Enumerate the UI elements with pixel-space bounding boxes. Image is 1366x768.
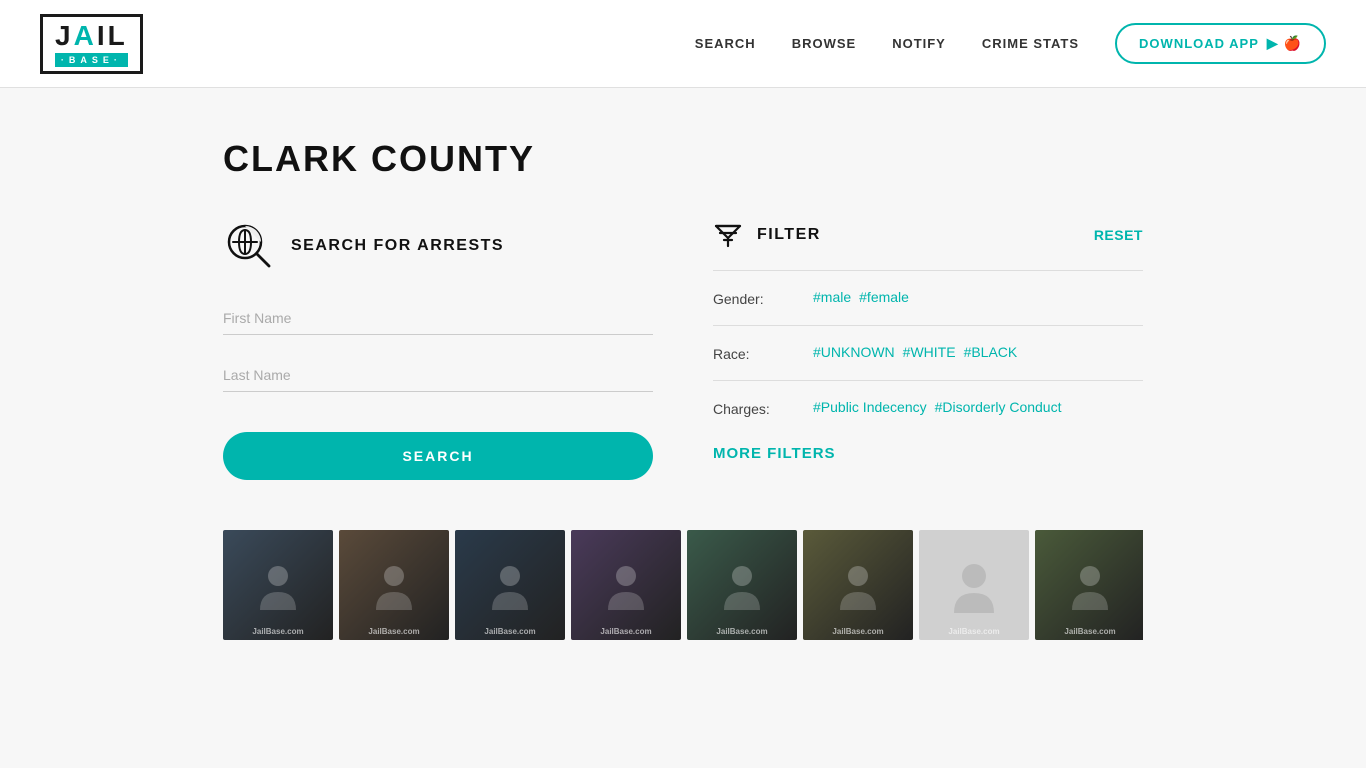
county-title: CLARK COUNTY	[223, 138, 1143, 180]
mug-thumb-4[interactable]: JailBase.com	[571, 530, 681, 640]
mug-thumb-5[interactable]: JailBase.com	[687, 530, 797, 640]
download-app-label: DOWNLOAD APP	[1139, 36, 1259, 51]
mug-thumb-7[interactable]: JailBase.com	[919, 530, 1029, 640]
mugshots-strip: JailBase.com JailBase.com JailBase.com J…	[223, 530, 1143, 640]
first-name-input[interactable]	[223, 302, 653, 335]
tag-female[interactable]: #female	[859, 289, 909, 305]
filter-section-label: FILTER	[757, 226, 821, 244]
filter-row-race: Race: #UNKNOWN #WHITE #BLACK	[713, 325, 1143, 380]
gender-tags: #male #female	[813, 289, 909, 305]
search-arrests-icon	[223, 220, 275, 272]
nav-search[interactable]: SEARCH	[695, 36, 756, 51]
charges-label: Charges:	[713, 399, 793, 417]
tag-male[interactable]: #male	[813, 289, 851, 305]
search-header: SEARCH FOR ARRESTS	[223, 220, 653, 272]
more-filters-link[interactable]: MORE FILTERS	[713, 445, 836, 462]
tag-black[interactable]: #BLACK	[964, 344, 1018, 360]
search-button[interactable]: SEARCH	[223, 432, 653, 480]
race-label: Race:	[713, 344, 793, 362]
main-content: CLARK COUNTY	[183, 88, 1183, 640]
header: JAIL ·BASE· SEARCH BROWSE NOTIFY CRIME S…	[0, 0, 1366, 88]
nav-notify[interactable]: NOTIFY	[892, 36, 946, 51]
nav-crime-stats[interactable]: CRIME STATS	[982, 36, 1079, 51]
logo[interactable]: JAIL ·BASE·	[40, 14, 143, 74]
mug-thumb-1[interactable]: JailBase.com	[223, 530, 333, 640]
tag-unknown[interactable]: #UNKNOWN	[813, 344, 895, 360]
tag-white[interactable]: #WHITE	[903, 344, 956, 360]
gender-label: Gender:	[713, 289, 793, 307]
logo-jail-text: JAIL	[55, 22, 128, 50]
mug-thumb-6[interactable]: JailBase.com	[803, 530, 913, 640]
race-tags: #UNKNOWN #WHITE #BLACK	[813, 344, 1017, 360]
download-app-button[interactable]: DOWNLOAD APP ▶ 🍎	[1115, 23, 1326, 64]
search-section: SEARCH FOR ARRESTS SEARCH	[223, 220, 653, 480]
filter-row-gender: Gender: #male #female	[713, 270, 1143, 325]
main-nav: SEARCH BROWSE NOTIFY CRIME STATS DOWNLOA…	[695, 23, 1326, 64]
download-icons: ▶ 🍎	[1267, 35, 1302, 52]
mug-thumb-3[interactable]: JailBase.com	[455, 530, 565, 640]
filter-row-charges: Charges: #Public Indecency #Disorderly C…	[713, 380, 1143, 435]
filter-header: FILTER RESET	[713, 220, 1143, 250]
last-name-group	[223, 359, 653, 392]
content-grid: SEARCH FOR ARRESTS SEARCH FILTER	[223, 220, 1143, 480]
mug-thumb-8[interactable]: JailBase.com	[1035, 530, 1143, 640]
tag-disorderly-conduct[interactable]: #Disorderly Conduct	[935, 399, 1062, 415]
charges-tags: #Public Indecency #Disorderly Conduct	[813, 399, 1061, 415]
last-name-input[interactable]	[223, 359, 653, 392]
filter-icon	[713, 220, 743, 250]
mug-thumb-2[interactable]: JailBase.com	[339, 530, 449, 640]
tag-public-indecency[interactable]: #Public Indecency	[813, 399, 927, 415]
logo-base-bar: ·BASE·	[55, 53, 128, 67]
first-name-group	[223, 302, 653, 335]
search-section-label: SEARCH FOR ARRESTS	[291, 237, 504, 255]
filter-header-left: FILTER	[713, 220, 821, 250]
reset-button[interactable]: RESET	[1094, 227, 1143, 243]
nav-browse[interactable]: BROWSE	[792, 36, 857, 51]
filter-section: FILTER RESET Gender: #male #female Race:…	[713, 220, 1143, 463]
